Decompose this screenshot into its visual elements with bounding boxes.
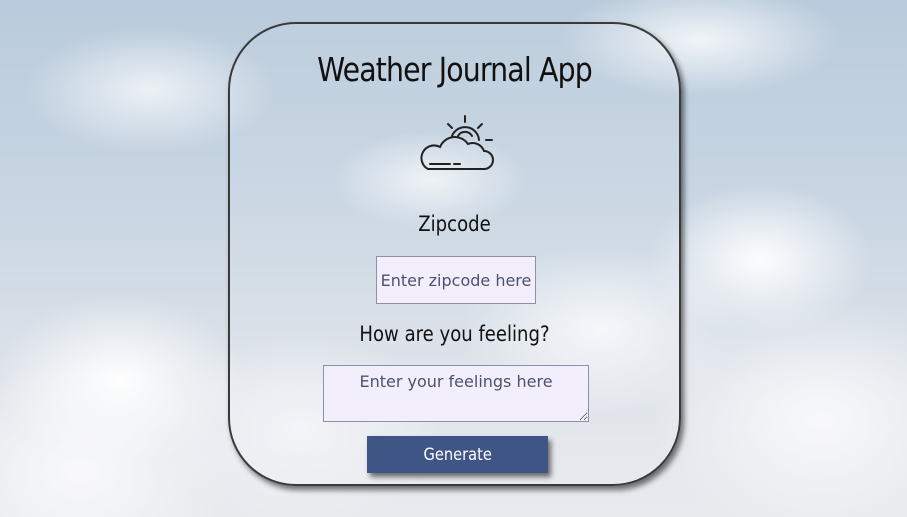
generate-button[interactable]: Generate — [367, 436, 548, 473]
zipcode-input[interactable] — [376, 256, 536, 304]
page-title: Weather Journal App — [317, 50, 593, 89]
sun-behind-cloud-icon — [420, 115, 494, 170]
feelings-label: How are you feeling? — [359, 322, 550, 346]
app-card: Weather Journal App Zipcode How are you … — [228, 22, 681, 486]
generate-button-label: Generate — [423, 444, 492, 465]
zipcode-label: Zipcode — [418, 212, 491, 236]
feelings-textarea[interactable] — [323, 365, 589, 422]
